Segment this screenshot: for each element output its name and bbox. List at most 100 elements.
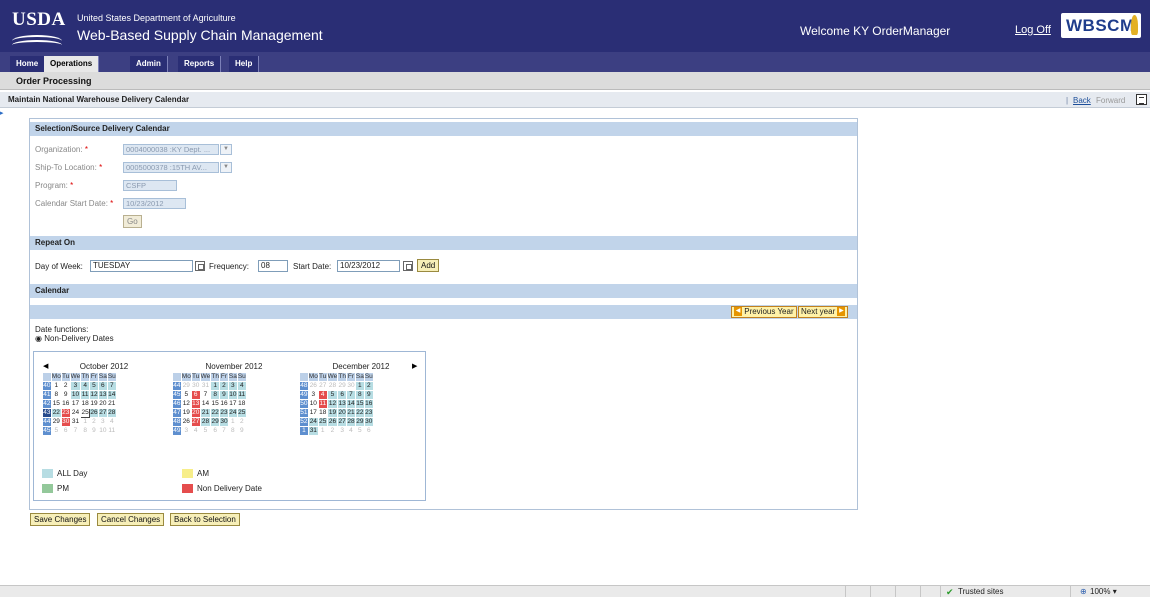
week-number[interactable]: 40 [42, 381, 52, 391]
calendar-day[interactable]: 8 [80, 426, 91, 436]
calendar-day[interactable]: 30 [363, 417, 374, 427]
week-number[interactable]: 43 [42, 408, 52, 418]
calendar-day[interactable]: 26 [89, 408, 99, 418]
calendar-day[interactable]: 29 [337, 381, 348, 391]
calendar-day[interactable]: 4 [317, 390, 328, 400]
calendar-day[interactable]: 14 [106, 390, 117, 400]
calendar-day[interactable]: 8 [227, 426, 238, 436]
subnav-order-processing[interactable]: Order Processing [16, 76, 92, 86]
calendar-day[interactable]: 25 [317, 417, 328, 427]
calendar-day[interactable]: 31 [199, 381, 212, 391]
calendar-day[interactable]: 29 [210, 417, 221, 427]
calendar-picker-icon[interactable] [403, 261, 413, 271]
calendar-day[interactable]: 5 [89, 381, 99, 391]
calendar-day[interactable]: 7 [106, 381, 117, 391]
next-year-button[interactable]: Next year ▶ [798, 306, 849, 318]
calendar-day[interactable]: 16 [219, 399, 229, 409]
calendar-day[interactable]: 5 [199, 426, 212, 436]
calendar-day[interactable]: 6 [97, 381, 108, 391]
back-to-selection-button[interactable]: Back to Selection [170, 513, 240, 526]
calendar-day[interactable]: 29 [180, 381, 192, 391]
calendar-day[interactable]: 28 [106, 408, 117, 418]
calendar-day[interactable]: 6 [337, 390, 348, 400]
calendar-day[interactable]: 24 [307, 417, 319, 427]
calendar-day[interactable]: 24 [69, 408, 82, 418]
calendar-day[interactable]: 25 [236, 408, 247, 418]
calendar-day[interactable]: 21 [346, 408, 356, 418]
calendar-day[interactable]: 7 [219, 426, 229, 436]
calendar-day[interactable]: 18 [236, 399, 247, 409]
calendar-day[interactable]: 29 [354, 417, 365, 427]
calendar-day[interactable]: 4 [80, 381, 91, 391]
calendar-day[interactable]: 12 [89, 390, 99, 400]
calendar-day[interactable]: 3 [69, 381, 82, 391]
calendar-day[interactable]: 7 [346, 390, 356, 400]
calendar-day[interactable]: 15 [354, 399, 365, 409]
calendar-day[interactable]: 11 [106, 426, 117, 436]
calendar-day[interactable]: 13 [190, 399, 201, 409]
calendar-day[interactable]: 22 [50, 408, 62, 418]
calendar-day[interactable]: 15 [210, 399, 221, 409]
calendar-day[interactable]: 25 [80, 408, 91, 418]
day-of-week-input[interactable]: TUESDAY [90, 260, 193, 272]
calendar-day[interactable]: 27 [337, 417, 348, 427]
calendar-day[interactable]: 9 [219, 390, 229, 400]
go-button[interactable]: Go [123, 215, 142, 228]
calendar-day[interactable]: 28 [326, 381, 339, 391]
week-number[interactable]: 45 [172, 390, 182, 400]
calendar-day[interactable]: 3 [97, 417, 108, 427]
calendar-day[interactable]: 4 [106, 417, 117, 427]
calendar-day[interactable]: 9 [60, 390, 71, 400]
logoff-link[interactable]: Log Off [1015, 24, 1051, 36]
calendar-day[interactable]: 17 [307, 408, 319, 418]
calendar-day[interactable]: 18 [80, 399, 91, 409]
calendar-day[interactable]: 1 [50, 381, 62, 391]
calendar-day[interactable]: 14 [346, 399, 356, 409]
calendar-day[interactable]: 27 [97, 408, 108, 418]
calendar-day[interactable]: 10 [307, 399, 319, 409]
week-number[interactable]: 48 [299, 381, 309, 391]
week-number[interactable]: 51 [299, 408, 309, 418]
week-number[interactable]: 1 [299, 426, 309, 436]
calendar-day[interactable]: 9 [236, 426, 247, 436]
calendar-day[interactable]: 8 [354, 390, 365, 400]
calendar-day[interactable]: 26 [326, 417, 339, 427]
calendar-day[interactable]: 5 [180, 390, 192, 400]
calendar-day[interactable]: 7 [199, 390, 212, 400]
calendar-day[interactable]: 27 [317, 381, 328, 391]
calendar-day[interactable]: 4 [190, 426, 201, 436]
calendar-day[interactable]: 16 [363, 399, 374, 409]
calendar-day[interactable]: 26 [307, 381, 319, 391]
tab-help[interactable]: Help [229, 56, 260, 72]
calendar-day[interactable]: 10 [227, 390, 238, 400]
calendar-day[interactable]: 11 [80, 390, 91, 400]
calendar-day[interactable]: 31 [307, 426, 319, 436]
calendar-day[interactable]: 30 [346, 381, 356, 391]
zoom-level[interactable]: 100% ▾ [1090, 587, 1117, 596]
calendar-day[interactable]: 30 [190, 381, 201, 391]
calendar-day[interactable]: 22 [210, 408, 221, 418]
calendar-day[interactable]: 3 [180, 426, 192, 436]
calendar-day[interactable]: 27 [190, 417, 201, 427]
week-number[interactable]: 46 [172, 399, 182, 409]
calendar-day[interactable]: 21 [199, 408, 212, 418]
calendar-day[interactable]: 28 [346, 417, 356, 427]
frequency-input[interactable]: 08 [258, 260, 288, 272]
calendar-day[interactable]: 6 [363, 426, 374, 436]
week-number[interactable]: 47 [172, 408, 182, 418]
tab-admin[interactable]: Admin [130, 56, 168, 72]
tab-operations[interactable]: Operations [44, 56, 100, 72]
calendar-day[interactable]: 23 [219, 408, 229, 418]
day-of-week-picker-icon[interactable] [195, 261, 205, 271]
calendar-day[interactable]: 13 [97, 390, 108, 400]
week-number[interactable]: 42 [42, 399, 52, 409]
calendar-day[interactable]: 31 [69, 417, 82, 427]
calendar-day[interactable]: 20 [190, 408, 201, 418]
week-number[interactable]: 49 [299, 390, 309, 400]
calendar-day[interactable]: 20 [337, 408, 348, 418]
calendar-day[interactable]: 17 [227, 399, 238, 409]
repeat-start-date-input[interactable]: 10/23/2012 [337, 260, 400, 272]
non-delivery-radio[interactable]: ◉ Non-Delivery Dates [35, 334, 114, 343]
calendar-day[interactable]: 20 [97, 399, 108, 409]
calendar-day[interactable]: 2 [60, 381, 71, 391]
